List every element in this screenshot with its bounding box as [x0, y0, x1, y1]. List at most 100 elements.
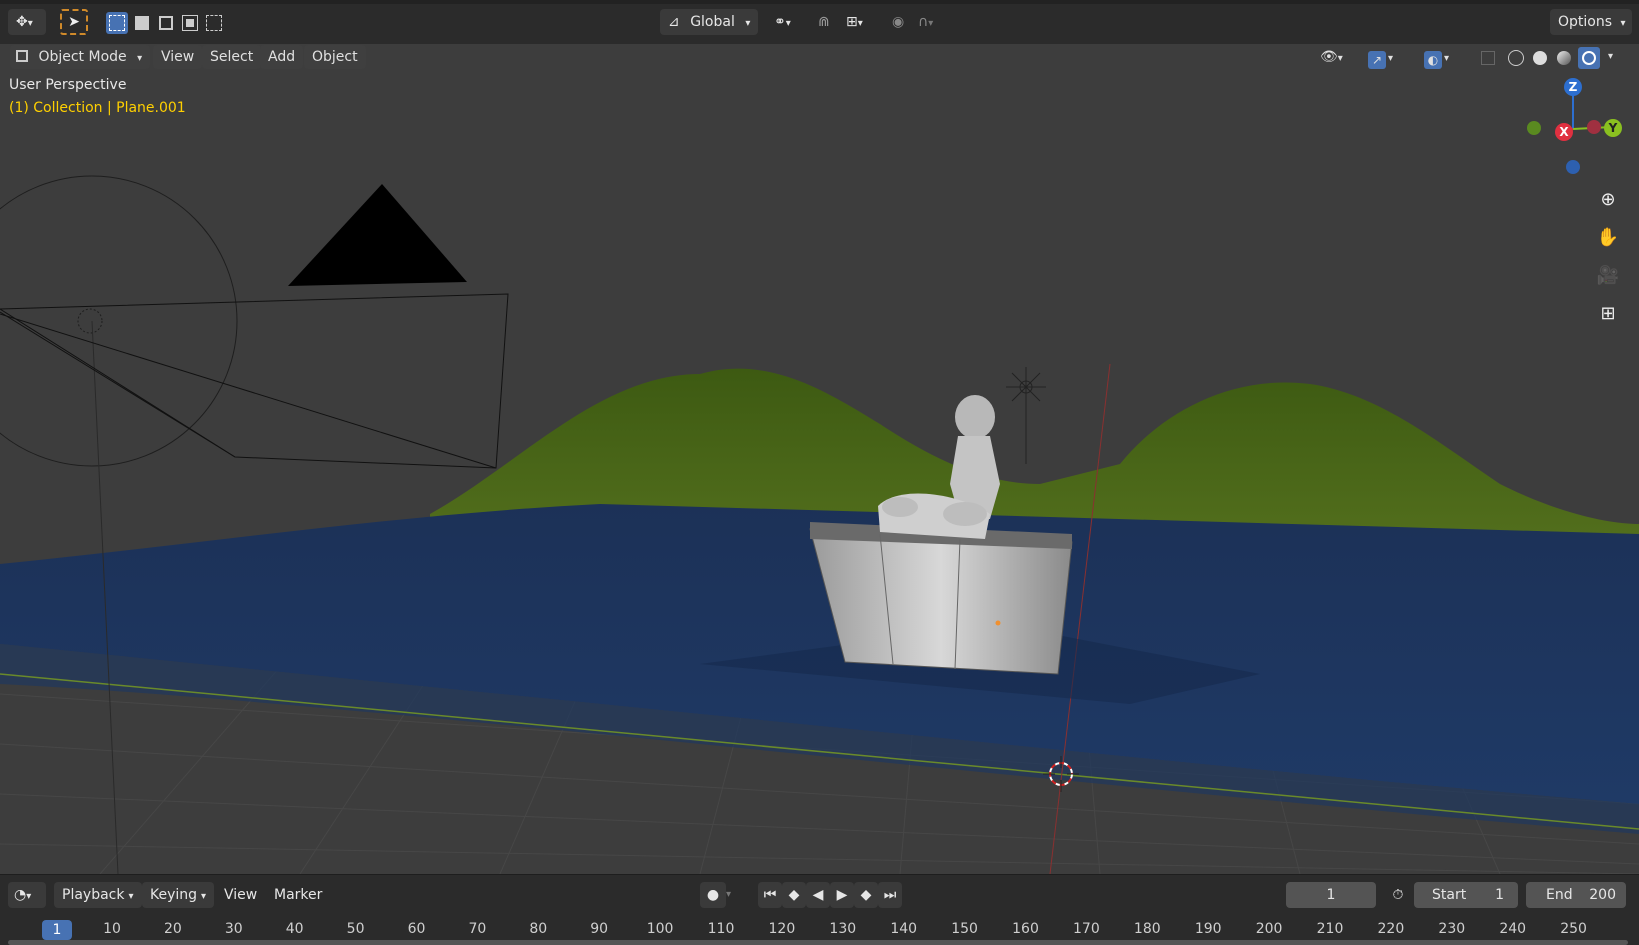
shading-material[interactable]	[1554, 48, 1574, 68]
clock-icon: ◔	[14, 887, 27, 903]
ruler-frame-230: 230	[1438, 921, 1466, 937]
select-invert-icon[interactable]	[179, 12, 201, 34]
keying-set-dropdown[interactable]: ▾	[726, 882, 746, 908]
stone-pedestal	[809, 528, 1073, 675]
select-subtract-icon[interactable]	[155, 12, 177, 34]
proportional-edit-toggle[interactable]: ◉	[884, 9, 912, 35]
shading-options-dropdown[interactable]: ▾	[1600, 45, 1621, 69]
xray-toggle[interactable]	[1478, 48, 1498, 68]
select-extend-icon[interactable]	[131, 12, 153, 34]
ruler-frame-120: 120	[768, 921, 796, 937]
orientation-icon: ⊿	[668, 14, 680, 30]
auto-keying-toggle[interactable]: ●	[700, 882, 726, 908]
end-frame-field[interactable]: End 200	[1526, 882, 1626, 908]
prev-keyframe-icon: ◆	[788, 887, 800, 903]
jump-start-button[interactable]: ⏮	[758, 882, 782, 908]
playhead[interactable]: 1	[42, 920, 72, 940]
ruler-frame-220: 220	[1377, 921, 1405, 937]
gizmo-neg-y[interactable]	[1527, 121, 1541, 135]
timeline-menu-view[interactable]: View	[216, 882, 265, 908]
timeline-menu-playback[interactable]: Playback ▾	[54, 882, 142, 908]
start-label: Start	[1432, 887, 1467, 903]
timeline-editor-type[interactable]: ◔▾	[8, 882, 46, 908]
falloff-dropdown[interactable]: ∩▾	[910, 9, 950, 35]
timeline-scrollbar[interactable]	[8, 940, 1628, 945]
current-frame-field[interactable]: 1	[1286, 882, 1376, 908]
gizmo-x[interactable]: X	[1555, 123, 1573, 141]
zoom-button[interactable]: ⊕	[1592, 183, 1624, 215]
ruler-frame-10: 10	[103, 921, 121, 937]
select-intersect-icon[interactable]	[203, 12, 225, 34]
overlays-icon: ◐	[1424, 51, 1442, 69]
3d-viewport[interactable]: Object Mode ▾ View Select Add Object 👁▾ …	[0, 44, 1639, 874]
play-icon: ▶	[836, 887, 848, 903]
hand-icon: ✋	[1596, 226, 1620, 248]
shading-wireframe[interactable]	[1506, 48, 1526, 68]
jump-start-icon: ⏮	[763, 887, 777, 903]
snap-increment-icon: ⊞	[846, 14, 858, 30]
snap-dropdown[interactable]: ⊞▾	[838, 9, 878, 35]
view-name: User Perspective	[9, 77, 127, 93]
ortho-toggle-button[interactable]: ⊞	[1592, 297, 1624, 329]
pivot-dropdown[interactable]: ⚭▾	[766, 9, 806, 35]
menu-view[interactable]: View	[153, 45, 203, 69]
zoom-icon: ⊕	[1600, 188, 1616, 210]
ruler-frame-240: 240	[1499, 921, 1527, 937]
orientation-label: Global	[690, 14, 735, 30]
use-preview-range-toggle[interactable]: ⏱	[1384, 882, 1412, 908]
gizmo-neg-z[interactable]	[1566, 160, 1580, 174]
shading-rendered[interactable]	[1578, 47, 1600, 69]
falloff-icon: ∩	[918, 14, 929, 30]
ruler-frame-70: 70	[468, 921, 487, 937]
visibility-dropdown[interactable]: 👁▾	[1312, 45, 1351, 69]
play-button[interactable]: ▶	[830, 882, 854, 908]
gizmo-dropdown[interactable]: ↗ ▾	[1360, 45, 1401, 69]
ruler-frame-250: 250	[1560, 921, 1587, 937]
prev-keyframe-button[interactable]: ◆	[782, 882, 806, 908]
wireframe-sphere-icon	[1508, 50, 1524, 66]
menu-select[interactable]: Select	[202, 45, 262, 69]
snap-toggle[interactable]: ⋒	[810, 9, 840, 35]
next-keyframe-button[interactable]: ◆	[854, 882, 878, 908]
object-mode-dropdown[interactable]: Object Mode ▾	[10, 45, 151, 69]
next-keyframe-icon: ◆	[860, 887, 872, 903]
options-dropdown[interactable]: Options ▾	[1550, 9, 1632, 35]
timeline-ruler[interactable]: 1 10 20 30 40 50 60 70 80 90 100 110 120 130 140 150 16…	[0, 916, 1639, 945]
timeline-menu-marker[interactable]: Marker	[266, 882, 330, 908]
ruler-frame-20: 20	[163, 921, 182, 937]
orientation-dropdown[interactable]: ⊿ Global ▾	[660, 9, 758, 35]
ruler-frame-90: 90	[590, 921, 609, 937]
start-frame-field[interactable]: Start 1	[1414, 882, 1518, 908]
ruler-frame-40: 40	[285, 921, 304, 937]
ruler-frame-180: 180	[1133, 921, 1161, 937]
object-mode-icon	[16, 50, 28, 62]
shading-solid[interactable]	[1530, 48, 1550, 68]
timeline-header: ◔▾ Playback ▾ Keying ▾ View Marker ● ▾ ⏮ ◆…	[0, 874, 1639, 916]
play-reverse-button[interactable]: ◀	[806, 882, 830, 908]
ruler-frame-50: 50	[346, 921, 365, 937]
camera-icon: 🎥	[1596, 264, 1620, 286]
jump-end-icon: ⏭	[883, 887, 897, 903]
jump-end-button[interactable]: ⏭	[878, 882, 902, 908]
gizmo-z[interactable]: Z	[1564, 78, 1582, 96]
select-new-icon[interactable]	[106, 12, 128, 34]
camera-view-button[interactable]: 🎥	[1592, 259, 1624, 291]
collection-info: (1) Collection | Plane.001	[9, 100, 186, 116]
menu-add[interactable]: Add	[260, 45, 304, 69]
ruler-frame-80: 80	[529, 921, 548, 937]
editor-type-button[interactable]: ✥▾	[8, 9, 46, 35]
transform-icon: ✥	[16, 14, 28, 30]
timeline-menu-keying[interactable]: Keying ▾	[142, 882, 215, 908]
menu-object[interactable]: Object	[304, 45, 366, 69]
navigation-gizmo[interactable]: Z X Y	[1520, 74, 1622, 174]
ruler-frame-110: 110	[707, 921, 735, 937]
end-label: End	[1546, 887, 1573, 903]
gizmo-neg-x[interactable]	[1587, 120, 1601, 134]
pan-button[interactable]: ✋	[1592, 221, 1624, 253]
overlays-dropdown[interactable]: ◐ ▾	[1416, 45, 1457, 69]
magnet-icon: ⋒	[818, 14, 830, 30]
ruler-frame-100: 100	[646, 921, 674, 937]
select-tool-icon[interactable]: ➤	[60, 9, 88, 35]
gizmo-y[interactable]: Y	[1604, 119, 1622, 137]
sun-lamp	[1006, 367, 1046, 464]
